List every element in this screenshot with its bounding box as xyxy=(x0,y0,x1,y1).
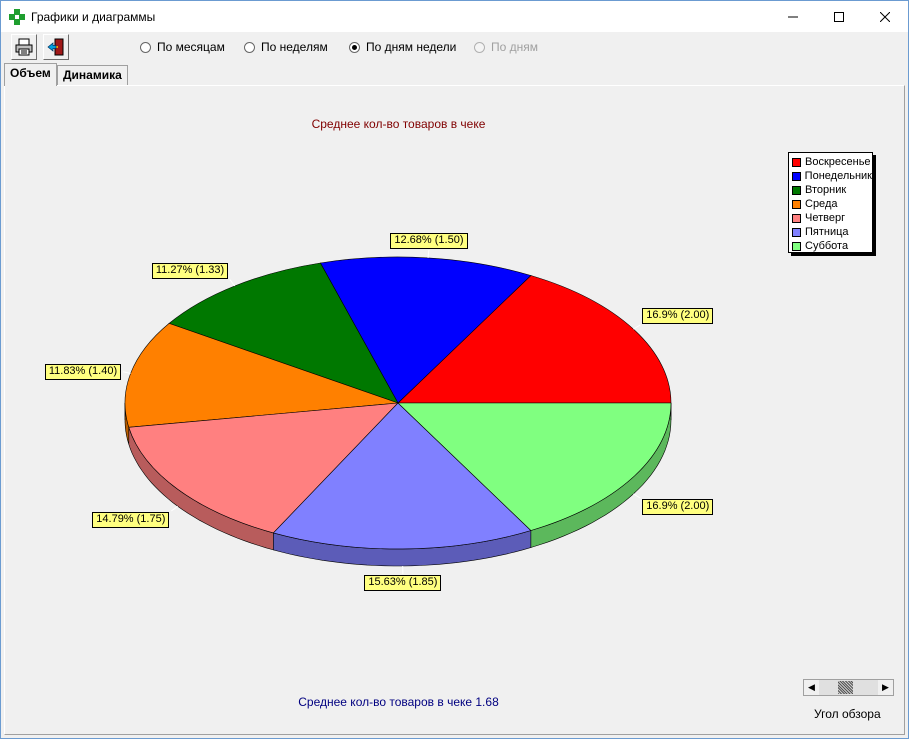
legend-swatch xyxy=(792,199,801,209)
tab-label: Объем xyxy=(10,66,51,80)
legend-label: Среда xyxy=(805,198,838,210)
slice-label-5: 15.63% (1.85) xyxy=(364,574,442,591)
view-angle-label: Угол обзора xyxy=(814,707,881,721)
slice-label-1: 12.68% (1.50) xyxy=(390,232,468,249)
scroll-right-button[interactable]: ▶ xyxy=(878,680,893,695)
label-leader-line xyxy=(427,249,430,258)
slice-label-2: 11.27% (1.33) xyxy=(151,262,229,279)
view-angle-scrollbar[interactable]: ◀ ▶ xyxy=(803,679,894,696)
legend-label: Понедельник xyxy=(804,170,872,182)
label-leader-line xyxy=(633,324,641,330)
legend-label: Вторник xyxy=(805,184,847,196)
label-leader-line xyxy=(633,493,641,499)
legend-swatch xyxy=(792,227,801,237)
legend-label: Суббота xyxy=(805,240,849,252)
pie-chart xyxy=(122,249,672,574)
slice-label-6: 16.9% (2.00) xyxy=(642,499,714,515)
legend-swatch xyxy=(792,213,801,223)
chart-legend: Воскресенье Понедельник Вторник Среда Че… xyxy=(788,152,873,253)
label-leader-line xyxy=(122,371,131,374)
legend-item: Пятница xyxy=(792,225,872,239)
label-leader-line xyxy=(170,505,179,512)
slice-label-3: 11.83% (1.40) xyxy=(44,363,122,380)
legend-item: Понедельник xyxy=(792,169,872,183)
legend-swatch xyxy=(792,185,801,195)
arrow-left-icon: ◀ xyxy=(808,682,815,692)
legend-item: Вторник xyxy=(792,183,872,197)
legend-swatch xyxy=(792,157,801,167)
label-leader-line xyxy=(229,279,236,287)
slice-label-0: 16.9% (2.00) xyxy=(642,307,714,324)
legend-label: Четверг xyxy=(805,212,846,224)
slice-label-4: 14.79% (1.75) xyxy=(92,511,170,528)
legend-label: Воскресенье xyxy=(805,156,871,168)
legend-swatch xyxy=(792,171,801,181)
legend-item: Суббота xyxy=(792,239,872,253)
legend-swatch xyxy=(792,241,801,251)
scroll-thumb[interactable] xyxy=(838,681,853,694)
legend-item: Среда xyxy=(792,197,872,211)
scroll-left-button[interactable]: ◀ xyxy=(804,680,819,695)
legend-item: Воскресенье xyxy=(792,155,872,169)
arrow-right-icon: ▶ xyxy=(882,682,889,692)
average-summary: Среднее кол-во товаров в чеке 1.68 xyxy=(298,695,499,709)
legend-item: Четверг xyxy=(792,211,872,225)
legend-label: Пятница xyxy=(805,226,849,238)
tab-volume[interactable]: Объем xyxy=(4,63,57,86)
app-window: Графики и диаграммы По месяцам По неделя… xyxy=(0,0,909,739)
